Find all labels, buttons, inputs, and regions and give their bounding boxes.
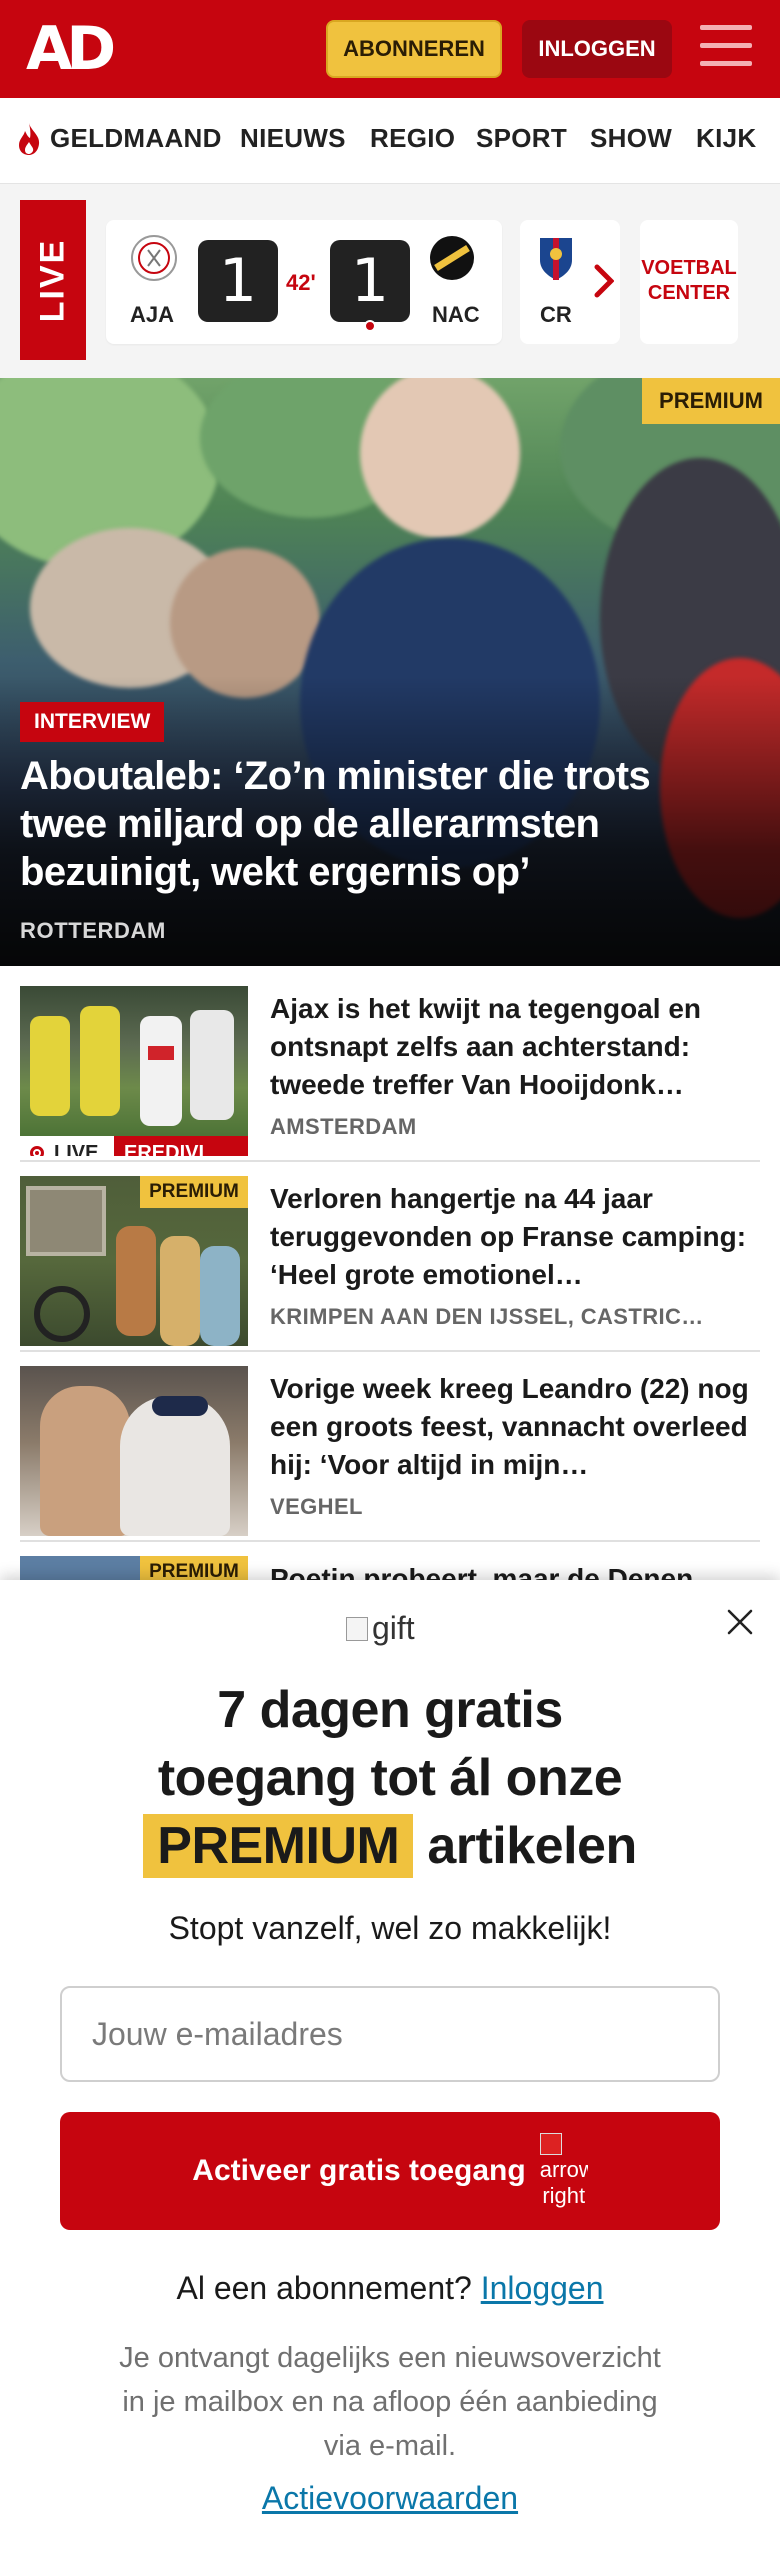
activate-free-access-button[interactable]: Activeer gratis toegang arrow right	[60, 2112, 720, 2230]
next-team-name: CR	[540, 302, 572, 327]
hero-title[interactable]: Aboutaleb: ‘Zo’n minister die trots twee…	[20, 752, 740, 896]
nav-item-sport[interactable]: SPORT	[476, 123, 567, 154]
premium-highlight: PREMIUM	[143, 1814, 414, 1878]
chevron-right-icon[interactable]	[594, 264, 614, 298]
red-card-indicator	[364, 320, 376, 332]
home-team-name: AJA	[130, 302, 175, 327]
modal-title: 7 dagen gratis toegang tot ál onze PREMI…	[0, 1676, 780, 1880]
ad-logo[interactable]: AD	[26, 18, 116, 80]
match-card[interactable]: AJA 1 42' 1 NAC	[106, 220, 502, 344]
list-item[interactable]: LIVE EREDIVI… Ajax is het kwijt na tegen…	[20, 972, 760, 1162]
login-button[interactable]: INLOGGEN	[522, 20, 672, 78]
home-score: 1	[198, 240, 278, 322]
away-team-name: NAC	[432, 302, 480, 327]
ajax-logo-icon	[131, 235, 177, 281]
category-label: EREDIVI…	[114, 1136, 248, 1156]
article-thumbnail: LIVE EREDIVI…	[20, 986, 248, 1156]
nav-item-geldmaand[interactable]: GELDMAAND	[50, 123, 222, 154]
subscribe-button[interactable]: ABONNEREN	[326, 20, 502, 78]
article-title[interactable]: Verloren hangertje na 44 jaar teruggevon…	[270, 1180, 760, 1294]
nav-item-nieuws[interactable]: NIEUWS	[240, 123, 346, 154]
live-indicator: LIVE	[20, 1136, 114, 1156]
live-tag: LIVE	[20, 200, 86, 360]
nav-item-kijk[interactable]: KIJK	[696, 123, 756, 154]
list-item[interactable]: Vorige week kreeg Leandro (22) nog een g…	[20, 1352, 760, 1542]
close-icon[interactable]	[724, 1606, 756, 1638]
article-thumbnail: PREMIUM	[20, 1176, 248, 1346]
article-thumbnail	[20, 1366, 248, 1536]
article-location: KRIMPEN AAN DEN IJSSEL, CASTRIC…	[270, 1304, 704, 1329]
menu-icon[interactable]	[700, 25, 752, 71]
nav-item-regio[interactable]: REGIO	[370, 123, 455, 154]
hero-location: ROTTERDAM	[20, 918, 166, 943]
modal-subtitle: Stopt vanzelf, wel zo makkelijk!	[168, 1910, 612, 1946]
login-link[interactable]: Inloggen	[481, 2270, 604, 2306]
article-location: AMSTERDAM	[270, 1114, 417, 1139]
premium-badge: PREMIUM	[642, 378, 780, 424]
email-field[interactable]	[60, 1986, 720, 2082]
category-badge: INTERVIEW	[20, 702, 165, 742]
list-item[interactable]: PREMIUM Verloren hangertje na 44 jaar te…	[20, 1162, 760, 1352]
voetbal-center-link[interactable]: VOETBAL CENTER	[640, 220, 738, 344]
article-title[interactable]: Ajax is het kwijt na tegengoal en ontsna…	[270, 990, 760, 1104]
crystal-palace-logo-icon	[540, 238, 572, 280]
hero-article[interactable]: PREMIUM INTERVIEW Aboutaleb: ‘Zo’n minis…	[0, 378, 780, 966]
already-subscribed-text: Al een abonnement? Inloggen	[176, 2270, 604, 2306]
match-minute: 42'	[286, 270, 316, 295]
premium-badge: PREMIUM	[140, 1176, 248, 1208]
article-location: VEGHEL	[270, 1494, 363, 1519]
gift-icon: gift	[346, 1610, 415, 1647]
terms-link[interactable]: Actievoorwaarden	[0, 2480, 780, 2517]
flame-icon	[19, 123, 40, 155]
premium-offer-modal: gift 7 dagen gratis toegang tot ál onze …	[0, 1580, 780, 2560]
top-header: AD ABONNEREN INLOGGEN	[0, 0, 780, 98]
away-score: 1	[330, 240, 410, 322]
nav-item-show[interactable]: SHOW	[590, 123, 672, 154]
live-dot-icon	[30, 1146, 44, 1156]
arrow-right-icon: arrow right	[539, 2123, 588, 2219]
nac-logo-icon	[430, 236, 474, 280]
section-nav: GELDMAAND NIEUWS REGIO SPORT SHOW KIJK	[0, 98, 780, 184]
newsletter-note: Je ontvangt dagelijks een nieuwsoverzich…	[119, 2342, 661, 2462]
article-title[interactable]: Vorige week kreeg Leandro (22) nog een g…	[270, 1370, 760, 1484]
live-scores-strip: LIVE AJA 1 42' 1 NAC CR VOETBAL CENTER	[0, 184, 780, 378]
